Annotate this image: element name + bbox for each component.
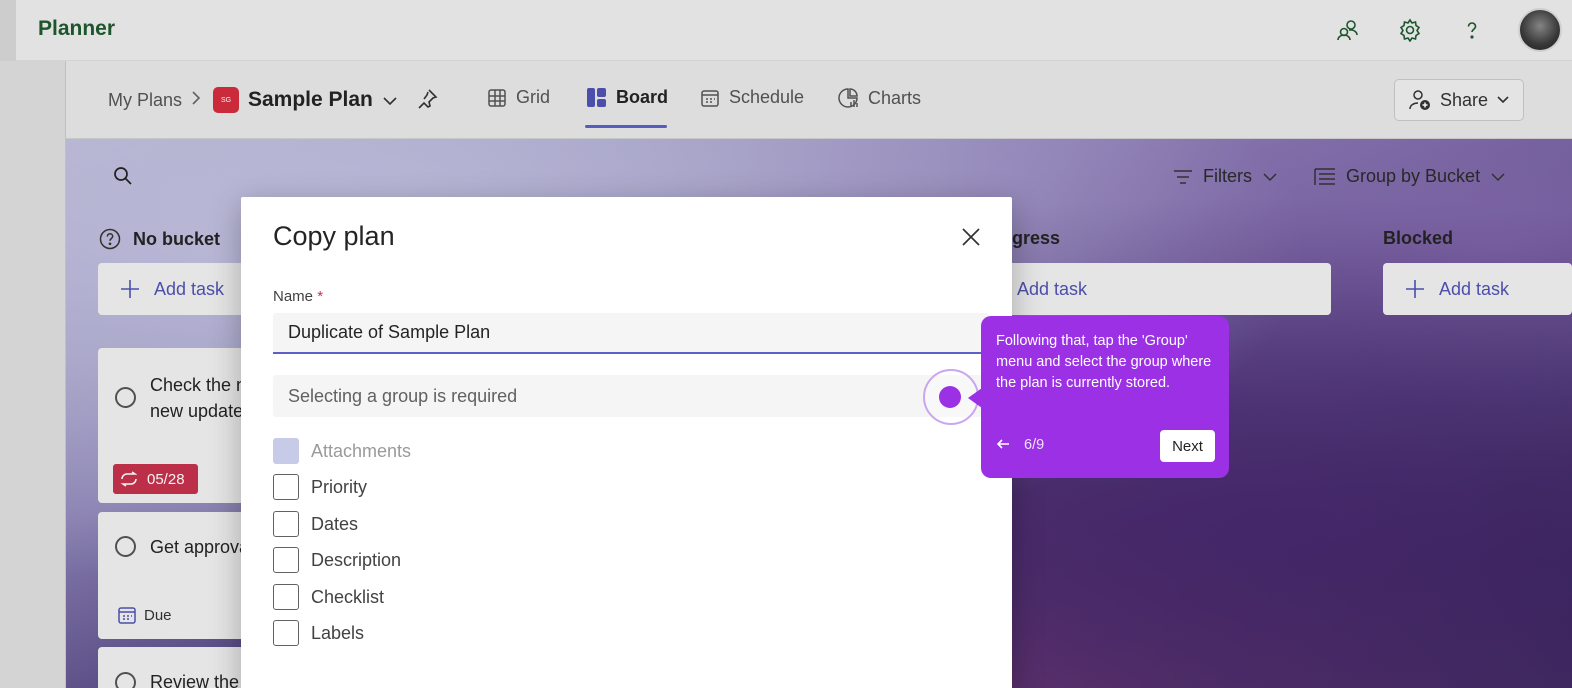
- tour-tooltip: Following that, tap the 'Group' menu and…: [981, 316, 1229, 478]
- tooltip-message: Following that, tap the 'Group' menu and…: [996, 333, 1212, 391]
- option-label: Attachments: [311, 440, 412, 461]
- required-mark: *: [317, 288, 324, 305]
- option-label: Checklist: [311, 586, 385, 607]
- option-attachments: Attachments: [273, 438, 411, 464]
- option-label: Dates: [311, 513, 359, 534]
- tour-hotspot[interactable]: [939, 386, 961, 408]
- option-label: Priority: [311, 476, 368, 497]
- dates-checkbox[interactable]: [273, 511, 299, 537]
- back-arrow-icon[interactable]: [995, 436, 1011, 452]
- group-select[interactable]: Selecting a group is required: [273, 375, 989, 417]
- dialog-title: Copy plan: [273, 221, 395, 251]
- option-checklist[interactable]: Checklist: [273, 584, 384, 610]
- option-dates[interactable]: Dates: [273, 511, 358, 537]
- attachments-checkbox: [273, 438, 299, 464]
- plan-name-input[interactable]: [273, 313, 989, 354]
- copy-plan-dialog: Copy plan Name * Selecting a group is re…: [241, 197, 1012, 688]
- labels-checkbox[interactable]: [273, 620, 299, 646]
- group-select-placeholder: Selecting a group is required: [288, 385, 518, 406]
- name-label-text: Name: [273, 288, 314, 305]
- tour-step-counter: 6/9: [1024, 437, 1045, 453]
- close-icon[interactable]: [959, 225, 983, 249]
- name-field-label: Name *: [273, 288, 323, 305]
- option-description[interactable]: Description: [273, 547, 401, 573]
- priority-checkbox[interactable]: [273, 474, 299, 500]
- option-labels[interactable]: Labels: [273, 620, 364, 646]
- option-label: Description: [311, 549, 402, 570]
- checklist-checkbox[interactable]: [273, 584, 299, 610]
- option-priority[interactable]: Priority: [273, 474, 367, 500]
- option-label: Labels: [311, 622, 365, 643]
- tooltip-arrow: [968, 388, 982, 408]
- next-button[interactable]: Next: [1160, 430, 1215, 462]
- description-checkbox[interactable]: [273, 547, 299, 573]
